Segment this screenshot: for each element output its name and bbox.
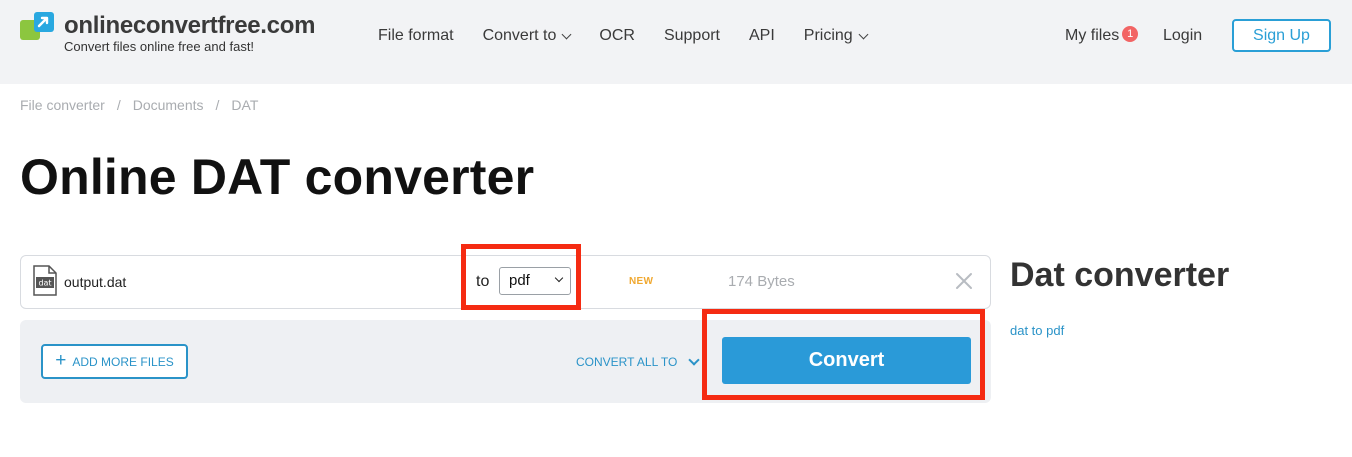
file-icon: dat xyxy=(33,265,57,296)
add-more-files-button[interactable]: + ADD MORE FILES xyxy=(41,344,188,379)
chevron-down-icon xyxy=(858,29,869,39)
breadcrumb-separator: / xyxy=(116,97,121,113)
chevron-down-icon xyxy=(688,353,701,366)
nav-file-format[interactable]: File format xyxy=(378,26,454,46)
nav-label: OCR xyxy=(599,27,635,44)
my-files-link[interactable]: My files 1 xyxy=(1065,26,1139,46)
nav-label: File format xyxy=(378,27,454,44)
highlight-box-convert xyxy=(702,309,985,400)
nav-label: Pricing xyxy=(803,27,853,44)
convert-all-to-dropdown[interactable]: CONVERT ALL TO xyxy=(576,353,701,369)
sidebar-link-dat-to-pdf[interactable]: dat to pdf xyxy=(1010,323,1064,338)
breadcrumb-file-converter[interactable]: File converter xyxy=(20,97,105,113)
nav-convert-to[interactable]: Convert to xyxy=(482,26,572,46)
signup-button[interactable]: Sign Up xyxy=(1232,19,1331,52)
logo-tagline: Convert files online free and fast! xyxy=(64,39,255,54)
main-nav: File format Convert to OCR Support API P… xyxy=(378,26,896,46)
sidebar-title: Dat converter xyxy=(1010,256,1230,294)
file-icon-text: dat xyxy=(38,279,51,288)
new-badge: NEW xyxy=(629,276,654,287)
chevron-down-icon xyxy=(561,29,572,39)
login-link[interactable]: Login xyxy=(1163,27,1202,45)
my-files-label: My files xyxy=(1065,27,1120,44)
nav-support[interactable]: Support xyxy=(664,26,720,46)
nav-ocr[interactable]: OCR xyxy=(599,26,635,46)
my-files-count-badge: 1 xyxy=(1122,26,1139,42)
breadcrumb-dat: DAT xyxy=(231,97,259,113)
nav-pricing[interactable]: Pricing xyxy=(803,26,869,46)
file-name: output.dat xyxy=(64,274,127,290)
page-title: Online DAT converter xyxy=(20,149,535,205)
add-more-files-label: ADD MORE FILES xyxy=(72,354,174,369)
plus-icon: + xyxy=(55,349,67,371)
convert-all-label: CONVERT ALL TO xyxy=(576,355,678,369)
logo[interactable]: onlineconvertfree.com Convert files onli… xyxy=(20,12,315,54)
nav-api[interactable]: API xyxy=(749,26,775,46)
logo-name: onlineconvertfree.com xyxy=(64,12,316,39)
breadcrumb-documents[interactable]: Documents xyxy=(133,97,204,113)
close-icon[interactable] xyxy=(953,270,975,292)
logo-icon xyxy=(20,12,54,40)
breadcrumb: File converter / Documents / DAT xyxy=(20,97,258,113)
site-header: onlineconvertfree.com Convert files onli… xyxy=(0,0,1352,84)
nav-label: API xyxy=(749,27,775,44)
breadcrumb-separator: / xyxy=(215,97,220,113)
highlight-box-format-select xyxy=(461,244,581,310)
nav-label: Convert to xyxy=(482,27,557,44)
nav-label: Support xyxy=(663,27,720,44)
file-size: 174 Bytes xyxy=(728,273,795,290)
